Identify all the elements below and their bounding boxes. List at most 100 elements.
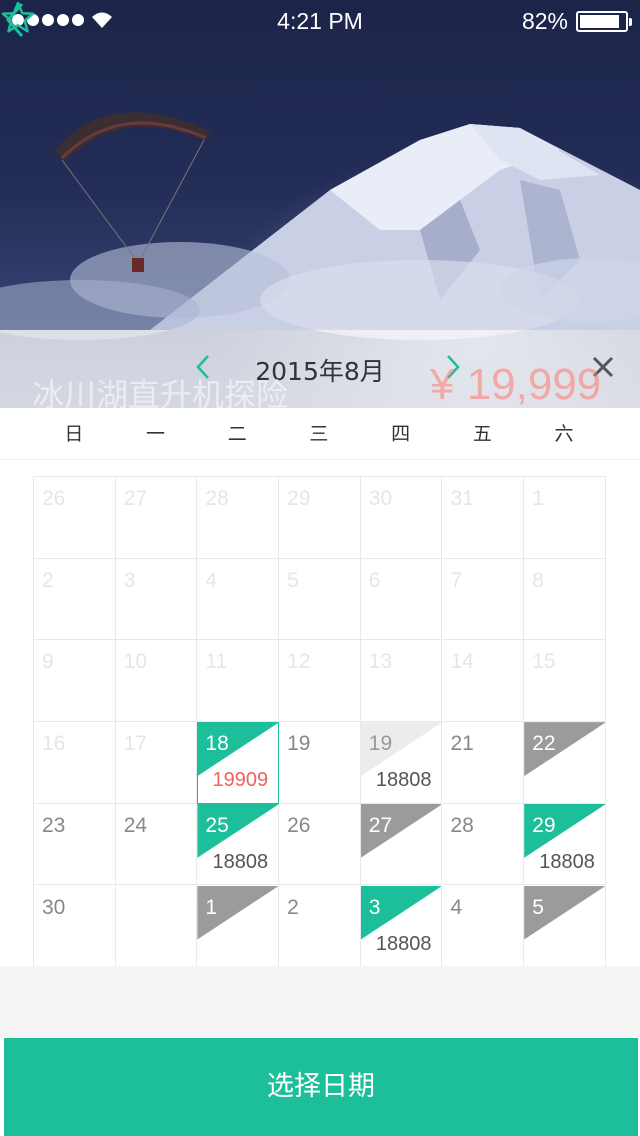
- day-price: 19909: [212, 769, 269, 792]
- day-number: 17: [123, 732, 148, 756]
- calendar-day-cell: 8: [524, 558, 606, 641]
- calendar-day-cell: 14: [442, 640, 525, 723]
- calendar-day-cell: 9: [34, 640, 116, 723]
- calendar-day-cell: 11: [197, 640, 280, 723]
- calendar-day-cell: 3: [115, 558, 198, 641]
- calendar-day-cell: 2: [34, 558, 116, 641]
- calendar-day-cell: 5: [279, 558, 361, 641]
- calendar-day-cell[interactable]: 4: [442, 885, 525, 968]
- day-number: 2: [42, 568, 54, 592]
- day-number: 23: [42, 813, 66, 837]
- calendar-day-cell[interactable]: 28: [442, 803, 525, 886]
- calendar-day-cell: 16: [34, 722, 116, 804]
- day-number: 7: [450, 568, 463, 592]
- day-number: 5: [532, 895, 544, 919]
- day-number: 30: [368, 487, 393, 510]
- day-number: 31: [450, 487, 474, 510]
- day-price: 18808: [212, 850, 269, 873]
- weekday-label: 日: [64, 423, 84, 445]
- day-number: 22: [532, 732, 556, 756]
- calendar-day-cell[interactable]: 18 19909: [197, 722, 280, 804]
- calendar-day-cell[interactable]: 2: [279, 885, 361, 968]
- day-number: 3: [368, 895, 381, 919]
- weekday-label: 一: [146, 423, 166, 445]
- status-bar: 4:21 PM 82%: [0, 0, 640, 40]
- calendar-day-cell: 15: [524, 640, 606, 723]
- day-number: 12: [287, 650, 311, 674]
- day-number: 14: [450, 650, 474, 674]
- day-number: 3: [123, 568, 136, 592]
- calendar-day-cell[interactable]: 24: [115, 803, 198, 886]
- day-number: 2: [287, 895, 299, 919]
- day-price: 18808: [375, 932, 432, 955]
- day-number: 1: [532, 487, 544, 510]
- calendar-day-cell: 7: [442, 558, 525, 641]
- day-number: 4: [205, 568, 218, 592]
- day-number: 4: [450, 895, 463, 919]
- day-number: 21: [450, 732, 474, 756]
- weekday-label: 三: [309, 423, 329, 445]
- day-number: 19: [287, 732, 311, 756]
- day-number: 16: [42, 732, 66, 756]
- trip-price: ¥ 19,999: [430, 360, 602, 409]
- calendar-day-cell: 10: [115, 640, 198, 723]
- calendar-day-cell: 17: [115, 722, 198, 804]
- day-number: 27: [368, 813, 393, 837]
- calendar-day-cell: 12: [279, 640, 361, 723]
- weekday-label: 四: [391, 423, 411, 445]
- calendar-day-cell[interactable]: 25 18808: [197, 803, 280, 886]
- weekday-label: 二: [227, 423, 247, 445]
- spacer: [0, 966, 640, 1038]
- calendar-day-cell: 27: [115, 477, 198, 559]
- day-number: 30: [42, 895, 66, 919]
- day-number: 10: [123, 650, 148, 674]
- day-number: 19: [368, 732, 393, 756]
- calendar-day-cell: 1: [524, 477, 606, 559]
- calendar-day-cell: 26: [34, 477, 116, 559]
- calendar-day-cell: 31: [442, 477, 525, 559]
- calendar-day-cell: 6: [360, 558, 443, 641]
- day-price: 18808: [539, 850, 595, 873]
- calendar-day-cell[interactable]: 21: [442, 722, 525, 804]
- day-number: 26: [287, 813, 311, 837]
- day-number: 5: [287, 568, 299, 592]
- calendar-grid: 26 27 28 29 30 31 1 2 3 4 5 6 7 8 9 10 11 12 13 14 15 16 17 18 1…: [33, 476, 606, 968]
- calendar-body: 26 27 28 29 30 31 1 2 3 4 5 6 7 8 9 10 11 12 13 14 15 16 17 18 1…: [0, 460, 640, 968]
- day-number: 6: [368, 568, 381, 592]
- favorite-star-icon[interactable]: [0, 0, 36, 36]
- day-number: 26: [42, 487, 66, 510]
- calendar-day-cell[interactable]: 19: [279, 722, 361, 804]
- day-number: 15: [532, 650, 556, 674]
- day-number: 28: [205, 487, 229, 510]
- calendar-day-cell[interactable]: 30: [34, 885, 116, 968]
- weekday-header: 日一二三四五六: [0, 408, 640, 460]
- day-number: 18: [205, 732, 229, 756]
- day-number: 13: [368, 650, 393, 674]
- calendar-day-cell[interactable]: 5: [524, 885, 606, 968]
- day-number: 1: [205, 895, 218, 919]
- calendar-day-cell: 28: [197, 477, 280, 559]
- calendar-day-cell[interactable]: 27: [360, 803, 443, 886]
- calendar-day-cell: [115, 885, 198, 968]
- day-number: 27: [123, 487, 148, 510]
- battery-icon: [576, 11, 632, 32]
- calendar-day-cell: 4: [197, 558, 280, 641]
- weekday-label: 五: [472, 423, 492, 445]
- calendar-day-cell[interactable]: 22: [524, 722, 606, 804]
- calendar-day-cell[interactable]: 19 18808: [360, 722, 443, 804]
- calendar-day-cell[interactable]: 29 18808: [524, 803, 606, 886]
- day-number: 9: [42, 650, 54, 674]
- day-price: 18808: [375, 769, 432, 792]
- select-date-button[interactable]: 选择日期: [4, 1038, 638, 1136]
- calendar-day-cell[interactable]: 26: [279, 803, 361, 886]
- calendar-day-cell[interactable]: 1: [197, 885, 280, 968]
- calendar-day-cell[interactable]: 23: [34, 803, 116, 886]
- day-number: 29: [287, 487, 311, 510]
- day-number: 24: [123, 813, 148, 837]
- battery-percent: 82%: [521, 8, 568, 34]
- day-number: 28: [450, 813, 474, 837]
- calendar-day-cell: 29: [279, 477, 361, 559]
- calendar-day-cell[interactable]: 3 18808: [360, 885, 443, 968]
- day-number: 25: [205, 813, 229, 837]
- calendar-day-cell: 13: [360, 640, 443, 723]
